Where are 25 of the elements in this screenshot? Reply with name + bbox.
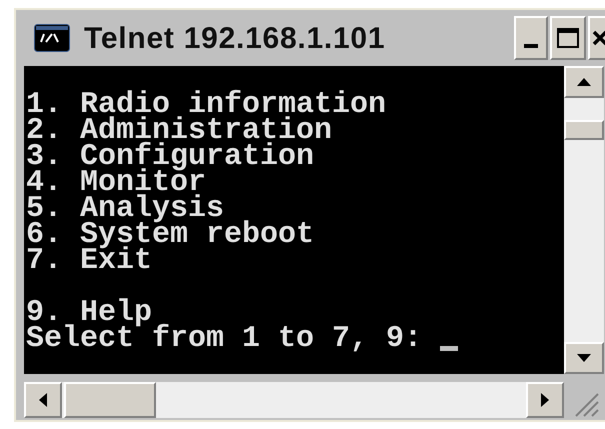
menu-option: 3. Configuration: [26, 144, 564, 170]
scroll-left-button[interactable]: [24, 382, 62, 418]
minimize-icon: [524, 44, 538, 48]
prompt-text: Select from 1 to 7, 9:: [26, 326, 422, 352]
minimize-button[interactable]: [514, 16, 548, 60]
menu-option: 7. Exit: [26, 248, 564, 274]
scroll-right-button[interactable]: [526, 382, 564, 418]
vertical-scrollbar[interactable]: [564, 66, 604, 374]
maximize-icon: [557, 28, 579, 48]
horizontal-scrollbar[interactable]: [24, 382, 564, 418]
menu-option: 6. System reboot: [26, 222, 564, 248]
right-arrow-icon: [541, 393, 549, 407]
scroll-thumb[interactable]: [64, 382, 156, 418]
left-arrow-icon: [39, 393, 47, 407]
scroll-thumb[interactable]: [564, 120, 604, 140]
down-arrow-icon: [577, 354, 591, 362]
up-arrow-icon: [577, 78, 591, 86]
console-icon: [34, 24, 70, 52]
scroll-up-button[interactable]: [564, 66, 604, 98]
text-cursor: [440, 346, 458, 351]
close-icon: [592, 30, 605, 46]
maximize-button[interactable]: [550, 16, 586, 60]
scroll-down-button[interactable]: [564, 342, 604, 374]
window-title: Telnet 192.168.1.101: [84, 20, 386, 56]
close-button[interactable]: [588, 16, 605, 60]
